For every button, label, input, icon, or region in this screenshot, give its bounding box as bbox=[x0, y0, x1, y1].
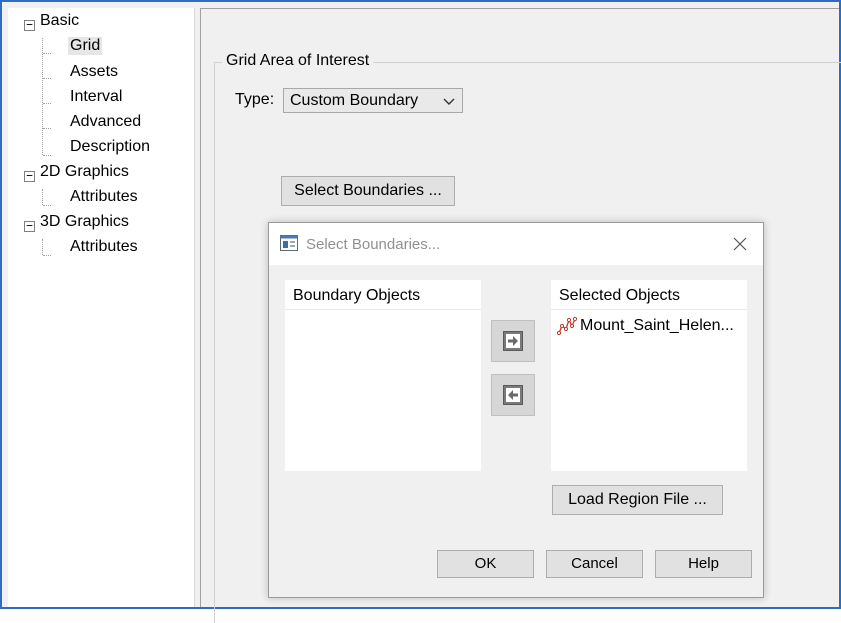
dialog-titlebar[interactable]: Select Boundaries... bbox=[269, 223, 763, 265]
tree-connector bbox=[42, 38, 44, 155]
tree-expander-basic[interactable]: − bbox=[24, 19, 35, 31]
tree-expander-2d-graphics[interactable]: − bbox=[24, 170, 35, 182]
select-boundaries-dialog: Select Boundaries... Boundary Objects Se… bbox=[268, 222, 764, 598]
settings-tree: − Basic Grid Assets Interval Advanced De… bbox=[8, 8, 194, 607]
tree-connector bbox=[43, 102, 51, 104]
selected-objects-header: Selected Objects bbox=[551, 280, 747, 310]
tree-connector bbox=[43, 154, 51, 156]
tree-connector bbox=[43, 77, 51, 79]
tree-item-interval[interactable]: Interval bbox=[70, 88, 122, 106]
grid-area-title: Grid Area of Interest bbox=[222, 52, 374, 70]
tree-item-description[interactable]: Description bbox=[70, 138, 150, 156]
tree-connector bbox=[42, 189, 44, 205]
boundary-objects-header: Boundary Objects bbox=[285, 280, 481, 310]
tree-connector bbox=[43, 204, 51, 206]
tree-item-3d-attributes[interactable]: Attributes bbox=[70, 238, 138, 256]
tree-item-3d-graphics[interactable]: 3D Graphics bbox=[40, 213, 129, 231]
ok-button[interactable]: OK bbox=[437, 550, 534, 578]
dialog-title: Select Boundaries... bbox=[306, 236, 441, 253]
tree-item-assets[interactable]: Assets bbox=[70, 63, 118, 81]
tree-item-basic[interactable]: Basic bbox=[40, 12, 79, 30]
tree-item-grid[interactable]: Grid bbox=[68, 37, 103, 55]
selected-objects-list[interactable]: Selected Objects Mount_Saint_Helen... bbox=[551, 280, 747, 471]
chevron-down-icon bbox=[443, 98, 455, 105]
tree-expander-3d-graphics[interactable]: − bbox=[24, 220, 35, 232]
type-dropdown[interactable]: Custom Boundary bbox=[283, 88, 463, 113]
tree-item-2d-attributes[interactable]: Attributes bbox=[70, 188, 138, 206]
arrow-left-icon bbox=[503, 385, 523, 405]
close-icon[interactable] bbox=[731, 235, 749, 253]
selected-item-label: Mount_Saint_Helen... bbox=[580, 317, 734, 334]
tree-connector bbox=[43, 127, 51, 129]
boundary-polyline-icon bbox=[557, 316, 577, 336]
boundary-objects-list[interactable]: Boundary Objects bbox=[285, 280, 481, 471]
remove-from-selected-button[interactable] bbox=[491, 374, 535, 416]
arrow-right-icon bbox=[503, 331, 523, 351]
select-boundaries-button[interactable]: Select Boundaries ... bbox=[281, 176, 455, 206]
add-to-selected-button[interactable] bbox=[491, 320, 535, 362]
type-dropdown-value: Custom Boundary bbox=[290, 92, 419, 109]
cancel-button[interactable]: Cancel bbox=[546, 550, 643, 578]
tree-item-2d-graphics[interactable]: 2D Graphics bbox=[40, 163, 129, 181]
help-button[interactable]: Help bbox=[655, 550, 752, 578]
window-app-icon bbox=[280, 235, 298, 251]
tree-item-advanced[interactable]: Advanced bbox=[70, 113, 141, 131]
tree-connector bbox=[43, 254, 51, 256]
tree-connector bbox=[43, 52, 51, 54]
type-label: Type: bbox=[235, 91, 275, 108]
tree-connector bbox=[42, 239, 44, 255]
load-region-file-button[interactable]: Load Region File ... bbox=[552, 485, 723, 515]
